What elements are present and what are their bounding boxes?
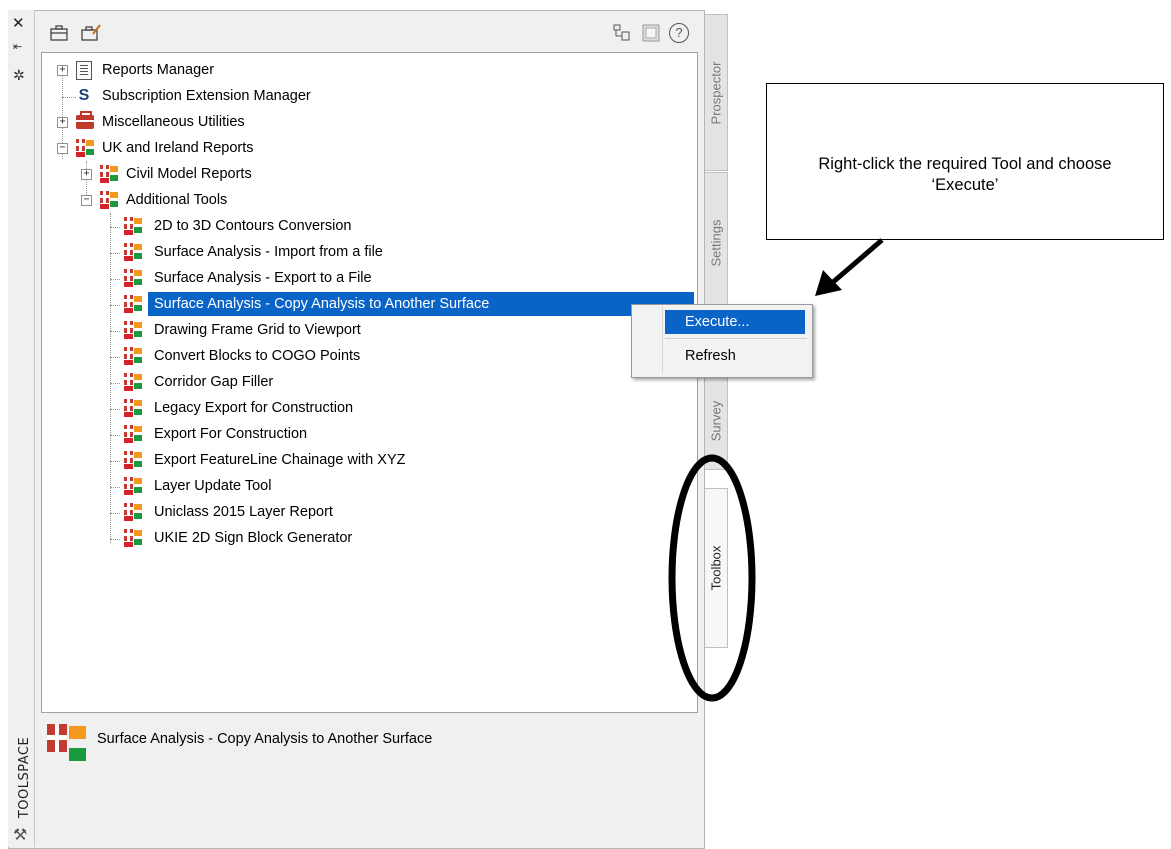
annotation-arrow	[815, 238, 884, 296]
annotation-overlay	[668, 238, 884, 702]
highlight-ellipse	[668, 454, 756, 702]
